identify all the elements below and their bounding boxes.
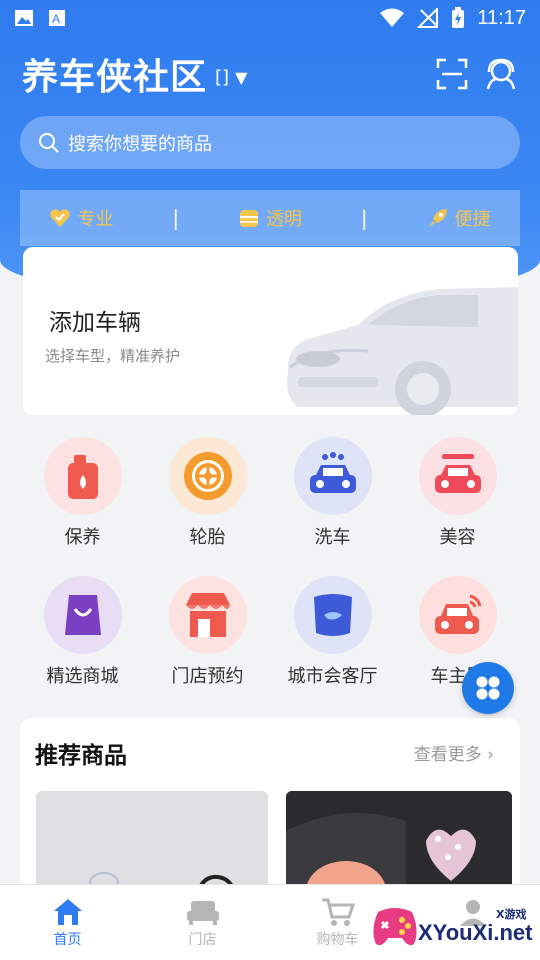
- clock: 11:17: [477, 6, 526, 29]
- add-vehicle-card[interactable]: 添加车辆 选择车型，精准养护: [23, 247, 518, 415]
- service-city-lounge[interactable]: 城市会客厅: [270, 576, 395, 688]
- divider: |: [360, 206, 368, 230]
- car-wash-icon: [293, 437, 372, 515]
- car-illustration-icon: [287, 287, 518, 415]
- view-more-label: 查看更多: [413, 745, 482, 765]
- heart-badge-icon: [50, 209, 71, 227]
- image-notification-icon: [15, 10, 33, 26]
- oil-can-icon: [43, 437, 122, 515]
- battery-charging-icon: [452, 7, 465, 28]
- tab-store[interactable]: 门店: [135, 885, 270, 960]
- view-more-link[interactable]: 查看更多 ›: [414, 740, 494, 765]
- service-beauty[interactable]: 美容: [395, 437, 520, 549]
- car-beauty-icon: [418, 437, 497, 515]
- feature-strip: 专业 | 透明 | 便捷: [20, 190, 520, 246]
- coin-icon: [239, 210, 258, 227]
- floating-menu-button[interactable]: [462, 662, 514, 714]
- search-bar[interactable]: 搜索你想要的商品: [20, 116, 520, 169]
- service-label: 洗车: [314, 527, 351, 548]
- add-vehicle-subtitle: 选择车型，精准养护: [45, 347, 181, 365]
- recommended-title: 推荐商品: [35, 743, 127, 769]
- feature-transparent: 透明: [238, 205, 302, 231]
- app-title: 养车侠社区: [22, 57, 208, 98]
- service-label: 城市会客厅: [287, 666, 378, 687]
- search-input[interactable]: 搜索你想要的商品: [68, 130, 212, 156]
- search-icon: [39, 132, 59, 153]
- shopping-bag-icon: [43, 576, 122, 654]
- add-vehicle-title: 添加车辆: [49, 310, 141, 336]
- service-label: 美容: [439, 527, 476, 548]
- services-row-1: 保养 轮胎 洗车 美容: [20, 437, 520, 549]
- tab-label: 购物车: [316, 932, 359, 948]
- service-label: 轮胎: [189, 527, 226, 548]
- service-label: 门店预约: [171, 666, 244, 687]
- service-mall[interactable]: 精选商城: [20, 576, 145, 688]
- home-icon: [53, 899, 82, 925]
- service-store-booking[interactable]: 门店预约: [145, 576, 270, 688]
- store-icon: [168, 576, 247, 654]
- watermark-text: XYouXi.net: [418, 920, 533, 945]
- chevron-right-icon: ›: [487, 745, 494, 765]
- wifi-icon: [380, 8, 405, 27]
- app-header: 养车侠社区 [] ▼: [22, 48, 518, 100]
- tab-label: 首页: [53, 932, 82, 948]
- status-bar: A 11:17: [0, 0, 540, 36]
- feature-label: 专业: [77, 209, 114, 230]
- service-maintenance[interactable]: 保养: [20, 437, 145, 549]
- tab-home[interactable]: 首页: [0, 885, 135, 960]
- title-suffix: []: [215, 66, 230, 88]
- feature-convenient: 便捷: [427, 205, 491, 231]
- tab-label: 门店: [188, 932, 217, 948]
- svg-text:A: A: [52, 12, 60, 26]
- cart-icon: [321, 898, 355, 926]
- caret-down-icon[interactable]: ▼: [235, 68, 247, 87]
- service-label: 保养: [64, 527, 101, 548]
- feature-label: 透明: [265, 209, 302, 230]
- feature-professional: 专业: [49, 205, 113, 231]
- scan-icon[interactable]: [436, 58, 468, 90]
- no-signal-icon: [417, 8, 439, 28]
- rocket-icon: [428, 209, 447, 227]
- divider: |: [172, 206, 180, 230]
- tire-icon: [168, 437, 247, 515]
- car-signal-icon: [418, 576, 497, 654]
- customer-service-icon[interactable]: [484, 58, 518, 90]
- service-carwash[interactable]: 洗车: [270, 437, 395, 549]
- app-notification-icon: A: [49, 10, 65, 26]
- grid-menu-icon: [476, 676, 500, 700]
- sofa-tab-icon: [186, 901, 219, 925]
- site-watermark: X游戏 XYouXi.net: [370, 900, 540, 956]
- gamepad-logo-icon: [373, 908, 417, 946]
- service-label: 精选商城: [46, 666, 119, 687]
- services-row-2: 精选商城 门店预约 城市会客厅 车主服: [20, 576, 520, 688]
- feature-label: 便捷: [454, 209, 491, 230]
- service-tire[interactable]: 轮胎: [145, 437, 270, 549]
- sofa-icon: [293, 576, 372, 654]
